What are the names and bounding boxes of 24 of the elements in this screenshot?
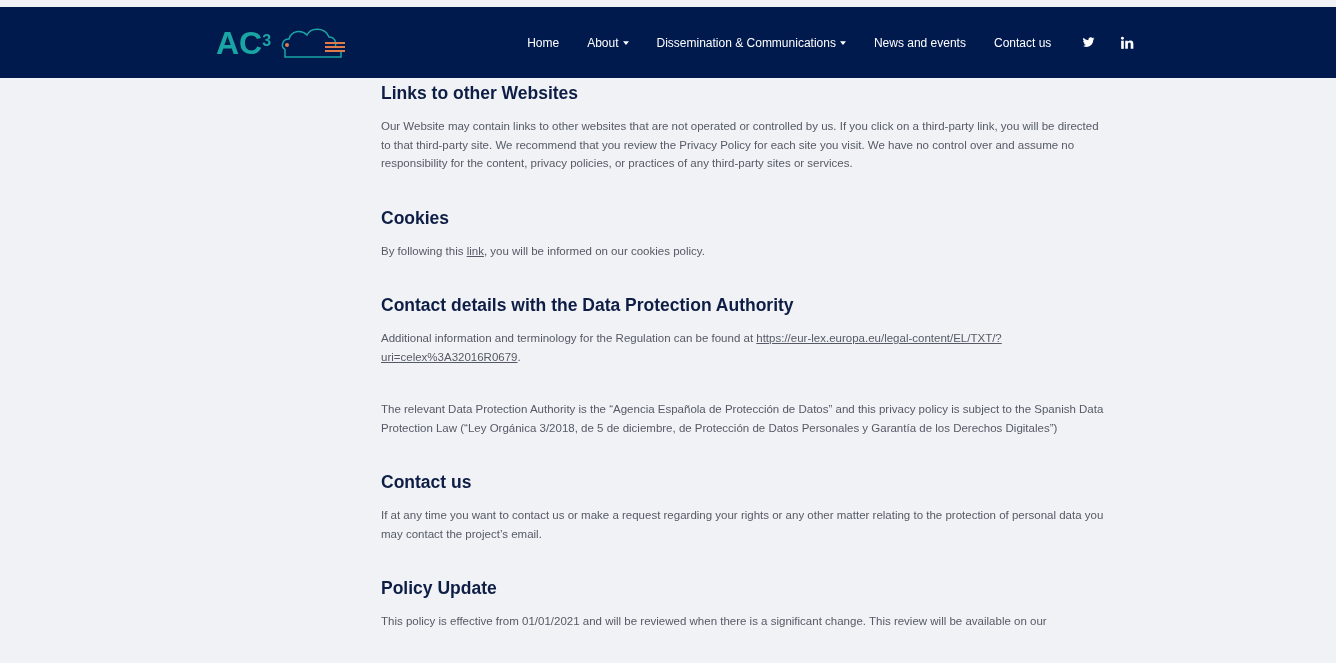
section-heading: Contact details with the Data Protection Authority bbox=[381, 294, 795, 316]
caret-icon bbox=[839, 40, 846, 45]
body-paragraph: Additional information and terminology for the Regulation can be found at https://eur-lex.europa.eu/legal-content/EL/TXT/? uri=celex%3A32016R0679. bbox=[381, 331, 1003, 365]
body-paragraph: This policy is effective from 01/01/2021 and will be reviewed when there is a significant change. This review will be available on our bbox=[381, 614, 1048, 629]
body-paragraph: Our Website may contain links to other websites that are not operated or controlled by us. If you click on a third-party link, you will be directed to that third-party site. We recommend that you review the Privacy Policy for each site you visit. We have no control over and assume no responsibility for the content, privacy policies, or practices of any third-party sites or services. bbox=[381, 119, 1100, 171]
nav-link[interactable]: About bbox=[587, 33, 629, 52]
twitter-bird-icon[interactable] bbox=[1081, 36, 1097, 49]
nav-link[interactable]: Contact us bbox=[993, 33, 1052, 52]
inline-link[interactable]: link bbox=[466, 244, 484, 257]
section-heading: Contact us bbox=[381, 471, 473, 493]
body-paragraph: If at any time you want to contact us or make a request regarding your rights or any other matter relating to the protection of personal data you may contact the project’s email. bbox=[381, 508, 1105, 542]
logo-wordmark[interactable]: AC$^{3}$ bbox=[216, 26, 272, 59]
nav-link[interactable]: Home bbox=[527, 33, 560, 52]
caret-icon bbox=[622, 40, 629, 45]
inline-link[interactable]: https://eur-lex.europa.eu/legal-content/EL/TXT/? bbox=[756, 332, 1002, 344]
section-heading: Policy Update bbox=[381, 577, 498, 599]
linkedin-icon[interactable] bbox=[1120, 35, 1135, 50]
nav-link[interactable]: Dissemination & Communications bbox=[656, 33, 846, 52]
section-heading: Links to other Websites bbox=[381, 82, 580, 104]
body-paragraph: By following this link, you will be informed on our cookies policy. bbox=[381, 243, 706, 259]
body-paragraph: The relevant Data Protection Authority is the “Agencia Española de Protección de Datos” and this privacy policy is subject to the Spanish Data Protection Law (“Ley Orgánica 3/2018, de 5 de diciembre, de Protección de Datos Personales y Garantía de los Derechos Digitales”) bbox=[381, 402, 1105, 436]
nav-link[interactable]: News and events bbox=[873, 33, 966, 52]
section-heading: Cookies bbox=[381, 206, 451, 229]
inline-link[interactable]: uri=celex%3A32016R0679 bbox=[381, 350, 518, 363]
